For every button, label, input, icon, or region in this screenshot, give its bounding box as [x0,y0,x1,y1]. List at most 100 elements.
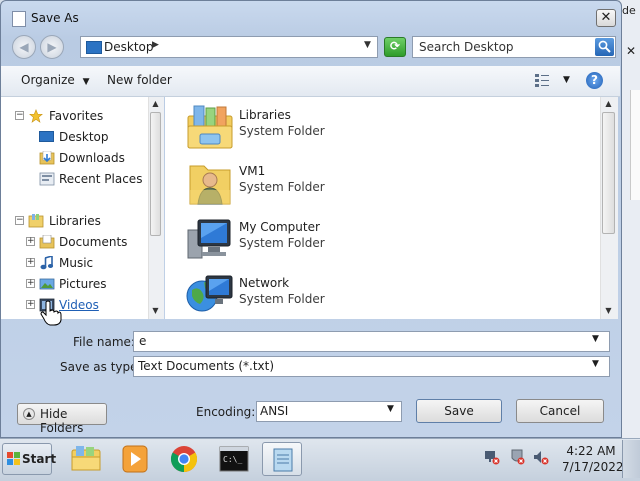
address-location[interactable]: Desktop [104,40,154,54]
tree-item-videos[interactable]: + Videos [1,296,149,316]
clock-date[interactable]: 7/17/2022 [562,460,624,474]
action-center-icon[interactable] [509,449,525,465]
tree-label: Libraries [49,214,101,228]
cancel-button[interactable]: Cancel [516,399,604,423]
command-prompt-icon[interactable]: C:\_ [214,442,254,476]
save-as-type-dropdown-icon[interactable]: ▼ [592,359,599,369]
recent-places-icon [39,172,55,186]
collapse-icon[interactable]: − [15,216,24,225]
command-bar [1,66,620,97]
windows-flag-icon [7,452,20,465]
expand-icon[interactable]: + [26,258,35,267]
tree-libraries[interactable]: − Libraries [1,212,149,232]
tree-item-desktop[interactable]: Desktop [1,128,149,148]
background-close-icon[interactable]: ✕ [626,44,636,58]
file-item-libraries[interactable]: Libraries System Folder [186,104,486,154]
start-button[interactable]: Start [2,443,56,475]
search-input[interactable]: Search Desktop [419,40,514,54]
tree-label: Favorites [49,109,104,123]
file-name-value: e [139,334,147,348]
tree-label: Recent Places [59,172,143,186]
chrome-icon[interactable] [164,442,204,476]
forward-arrow-icon: ▶ [47,40,57,54]
tree-favorites[interactable]: − Favorites [1,107,149,127]
tree-item-recent-places[interactable]: Recent Places [1,170,149,190]
svg-text:C:\_: C:\_ [223,455,242,464]
help-icon[interactable]: ? [586,72,603,89]
file-name-input[interactable]: e [133,331,610,352]
dialog-title: Save As [31,11,79,25]
change-view-icon[interactable] [535,73,549,87]
close-icon: ✕ [600,10,612,25]
media-player-icon[interactable] [115,442,155,476]
expand-icon[interactable]: + [26,279,35,288]
scroll-up-icon[interactable]: ▲ [148,99,163,111]
scroll-down-icon[interactable]: ▼ [148,306,163,318]
back-button[interactable]: ◀ [12,35,36,59]
nav-scroll-thumb[interactable] [150,112,161,236]
volume-muted-icon[interactable] [533,449,549,465]
file-explorer-icon[interactable] [66,442,106,476]
address-bar[interactable]: Desktop ▶ ▼ [80,36,378,58]
desktop-icon [39,131,54,142]
collapse-icon[interactable]: − [15,111,24,120]
downloads-folder-icon [39,151,55,165]
file-item-vm1[interactable]: VM1 System Folder [186,160,486,210]
search-button[interactable] [595,38,614,56]
scroll-down-icon[interactable]: ▼ [600,306,617,318]
encoding-select[interactable]: ANSI [256,401,402,422]
network-tray-icon[interactable] [484,449,500,465]
music-icon [40,256,54,270]
scroll-up-icon[interactable]: ▲ [600,99,617,111]
forward-button[interactable]: ▶ [40,35,64,59]
tree-item-documents[interactable]: + Documents [1,233,149,253]
address-dropdown-icon[interactable]: ▼ [364,40,371,50]
file-name: Libraries [239,108,291,122]
notepad-icon [273,448,293,472]
background-window-text: de [622,4,636,17]
save-as-type-value: Text Documents (*.txt) [138,359,275,373]
hide-folders-button[interactable]: ▲ Hide Folders [17,403,107,435]
tree-label: Music [59,256,94,270]
encoding-dropdown-icon[interactable]: ▼ [387,404,394,414]
tree-item-downloads[interactable]: Downloads [1,149,149,169]
documents-icon [39,235,55,249]
file-item-my-computer[interactable]: My Computer System Folder [186,216,486,266]
file-name-dropdown-icon[interactable]: ▼ [592,334,599,344]
star-icon [29,109,43,123]
tree-label: Downloads [59,151,125,165]
network-icon [186,275,233,312]
navigation-pane: − Favorites Desktop Downloads Recent Pla… [1,97,164,319]
expand-icon[interactable]: + [26,300,35,309]
close-button[interactable]: ✕ [596,9,616,27]
view-options-dropdown-icon[interactable]: ▼ [563,75,570,85]
clock-time[interactable]: 4:22 AM [566,444,616,458]
show-desktop-button[interactable] [622,440,640,478]
save-as-type-select[interactable]: Text Documents (*.txt) [133,356,610,377]
background-scrollbar[interactable] [630,90,640,200]
file-list-scroll-thumb[interactable] [602,112,615,234]
search-box[interactable]: Search Desktop [412,36,616,58]
tree-label: Documents [59,235,128,249]
file-item-network[interactable]: Network System Folder [186,272,486,322]
hand-cursor-icon [40,300,62,326]
search-icon [598,40,611,53]
refresh-button[interactable]: ⟳ [384,37,406,57]
save-button[interactable]: Save [416,399,502,423]
tree-item-pictures[interactable]: + Pictures [1,275,149,295]
tree-item-music[interactable]: + Music [1,254,149,274]
breadcrumb-chevron-icon[interactable]: ▶ [152,40,159,50]
background-window [620,0,640,440]
refresh-icon: ⟳ [389,39,401,53]
new-folder-button[interactable]: New folder [107,73,172,87]
hide-folders-label: Hide Folders [40,407,84,435]
pictures-icon [39,278,55,290]
expand-icon[interactable]: + [26,237,35,246]
save-as-type-label: Save as type: [60,360,142,374]
file-type: System Folder [239,180,325,194]
file-name: VM1 [239,164,266,178]
organize-menu[interactable]: Organize ▼ [21,73,90,87]
user-folder-icon [189,165,231,205]
notepad-taskbar-button[interactable] [262,442,302,476]
back-arrow-icon: ◀ [19,40,29,54]
